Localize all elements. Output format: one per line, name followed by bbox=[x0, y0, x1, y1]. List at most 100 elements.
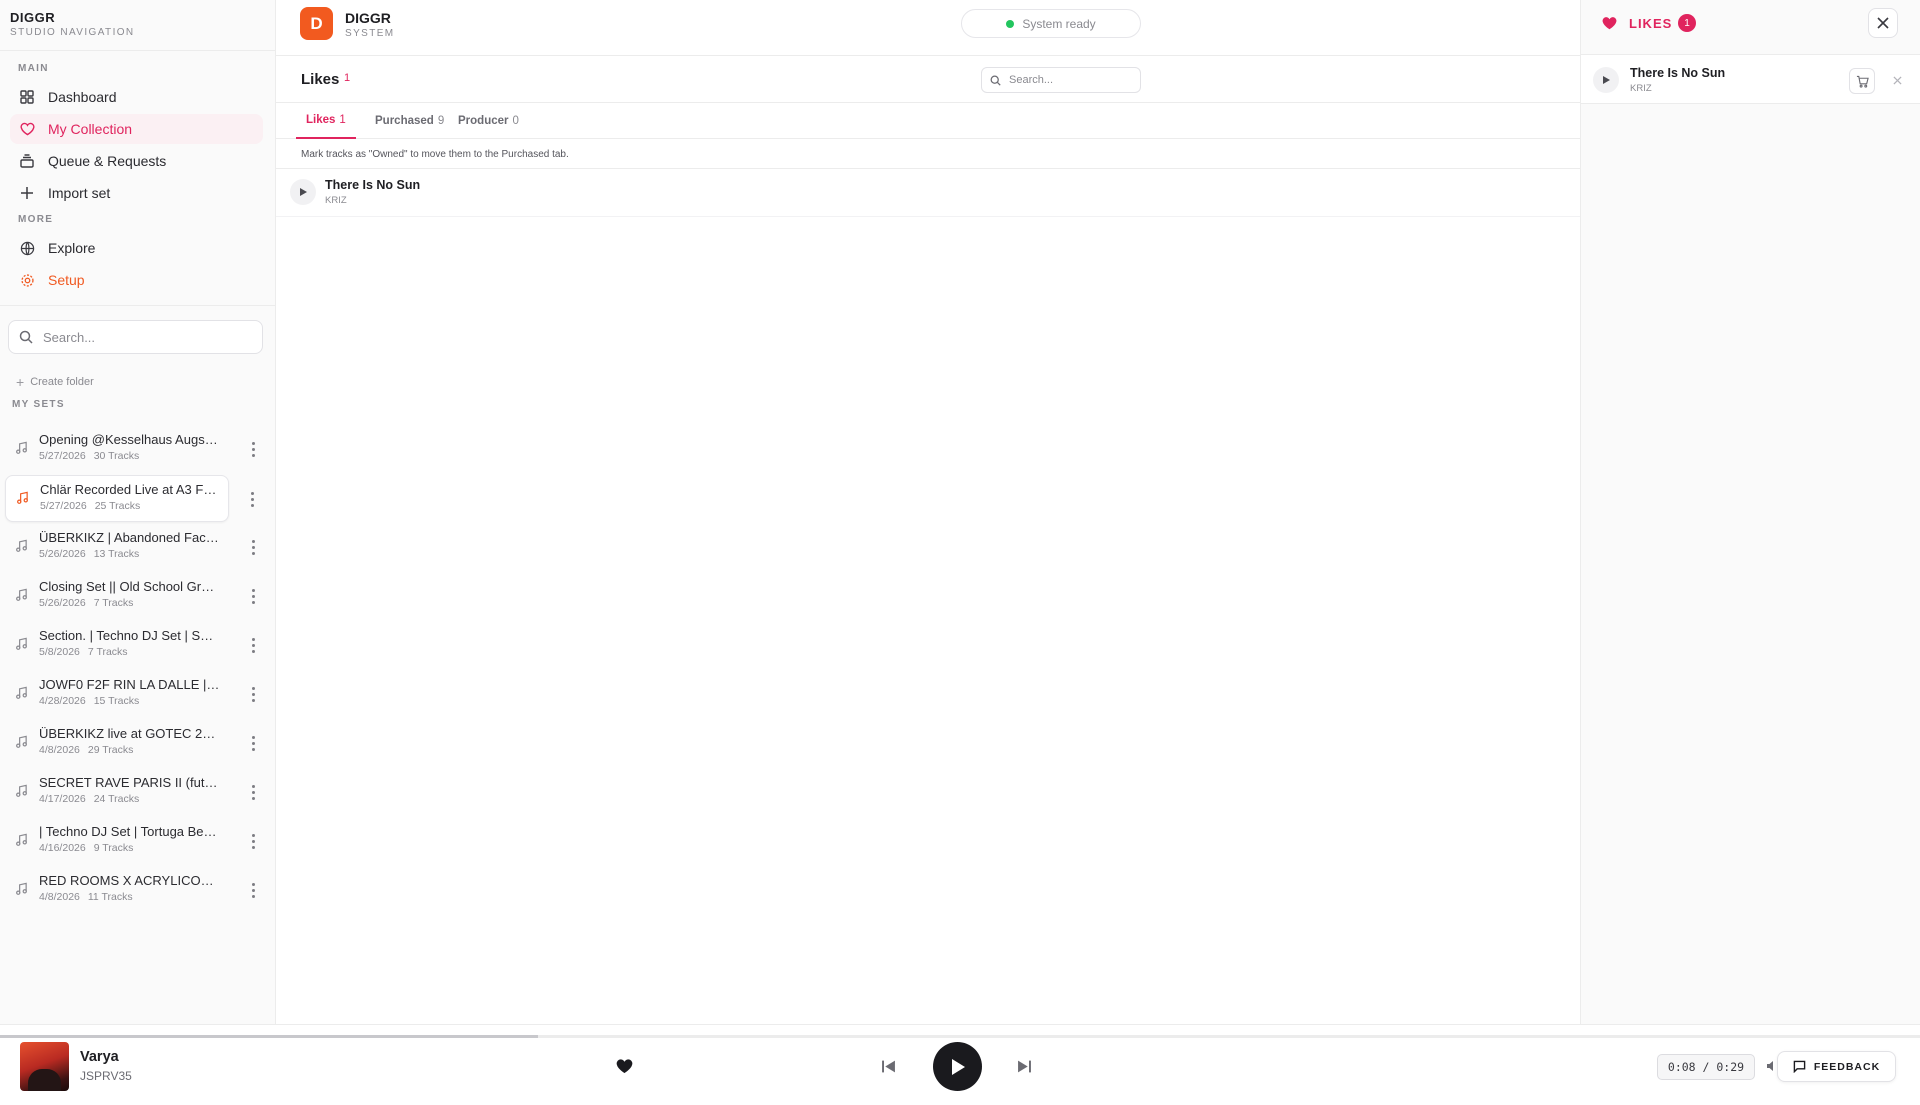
sidebar-search-placeholder: Search... bbox=[43, 329, 96, 345]
remove-like-button[interactable] bbox=[1887, 70, 1907, 90]
set-track-count: 24 Tracks bbox=[93, 793, 140, 805]
tab-producer[interactable]: Producer 0 bbox=[448, 103, 529, 139]
music-note-icon bbox=[15, 588, 28, 605]
tab-count: 1 bbox=[339, 114, 346, 126]
track-artist: KRIZ bbox=[325, 195, 347, 206]
play-track-button[interactable] bbox=[1593, 67, 1619, 93]
set-title: JOWF0 F2F RIN LA DALLE | FULL SET bbox=[39, 677, 221, 692]
tab-likes[interactable]: Likes 1 bbox=[296, 103, 356, 139]
system-status-text: System ready bbox=[1022, 16, 1096, 31]
more-options-icon[interactable] bbox=[243, 781, 263, 803]
sidebar-item-setup[interactable]: Setup bbox=[10, 265, 263, 295]
sidebar-item-queue-requests[interactable]: Queue & Requests bbox=[10, 146, 263, 176]
set-title: ÜBERKIKZ live at GOTEC 27.04 bbox=[39, 726, 221, 741]
sidebar-item-import-set[interactable]: Import set bbox=[10, 178, 263, 208]
collection-tabs: Likes 1 Purchased 9 Producer 0 bbox=[276, 103, 1580, 139]
sidebar: DIGGR STUDIO NAVIGATION MAIN Dashboard M… bbox=[0, 0, 276, 1024]
sidebar-divider bbox=[0, 305, 275, 306]
set-item[interactable]: Section. | Techno DJ Set | SEKTOR 5/8/20… bbox=[5, 622, 255, 669]
more-options-icon[interactable] bbox=[243, 732, 263, 754]
set-date: 4/16/2026 bbox=[39, 842, 86, 854]
set-track-count: 9 Tracks bbox=[93, 842, 134, 854]
plus-icon bbox=[18, 184, 36, 202]
set-date: 4/28/2026 bbox=[39, 695, 86, 707]
sidebar-item-explore[interactable]: Explore bbox=[10, 233, 263, 263]
cart-icon bbox=[1856, 75, 1869, 88]
music-note-icon bbox=[15, 686, 28, 703]
more-options-icon[interactable] bbox=[243, 634, 263, 656]
set-item[interactable]: Closing Set || Old School Groove 5/26/20… bbox=[5, 573, 255, 620]
app-logo[interactable]: D bbox=[300, 7, 333, 40]
track-artist: KRIZ bbox=[1630, 83, 1652, 94]
play-pause-button[interactable] bbox=[933, 1042, 982, 1091]
set-title: | Techno DJ Set | Tortuga Beach Club bbox=[39, 824, 221, 839]
sidebar-search-input[interactable]: Search... bbox=[8, 320, 263, 354]
close-panel-button[interactable] bbox=[1868, 8, 1898, 38]
search-icon bbox=[990, 75, 1009, 86]
buy-track-button[interactable] bbox=[1849, 68, 1875, 94]
music-note-icon bbox=[15, 882, 28, 899]
set-track-count: 13 Tracks bbox=[93, 548, 140, 560]
tab-purchased[interactable]: Purchased 9 bbox=[365, 103, 454, 139]
app-name: DIGGR bbox=[345, 10, 391, 26]
tab-label: Producer bbox=[458, 115, 509, 127]
create-folder-label: Create folder bbox=[30, 376, 94, 388]
feedback-label: FEEDBACK bbox=[1813, 1060, 1881, 1073]
more-options-icon[interactable] bbox=[243, 585, 263, 607]
set-title: RED ROOMS X ACRYLICODE | Live bbox=[39, 873, 221, 888]
sidebar-item-my-collection[interactable]: My Collection bbox=[10, 114, 263, 144]
set-track-count: 11 Tracks bbox=[87, 891, 133, 903]
more-options-icon[interactable] bbox=[243, 879, 263, 901]
set-title: Chlär Recorded Live at A3 Festival bbox=[40, 482, 222, 497]
set-track-count: 25 Tracks bbox=[94, 500, 141, 512]
sidebar-brand: DIGGR STUDIO NAVIGATION bbox=[0, 0, 275, 51]
section-label-more: MORE bbox=[18, 214, 54, 225]
previous-track-button[interactable] bbox=[881, 1059, 896, 1074]
tab-label: Likes bbox=[306, 114, 336, 126]
set-item[interactable]: RED ROOMS X ACRYLICODE | Live 4/8/2026 11… bbox=[5, 867, 255, 914]
set-title: SECRET RAVE PARIS II (future rave) bbox=[39, 775, 221, 790]
liked-track-item[interactable]: There Is No Sun KRIZ bbox=[1581, 54, 1920, 104]
play-icon bbox=[951, 1058, 965, 1075]
more-options-icon[interactable] bbox=[243, 683, 263, 705]
set-item[interactable]: JOWF0 F2F RIN LA DALLE | FULL SET 4/28/2… bbox=[5, 671, 255, 718]
more-options-icon[interactable] bbox=[243, 438, 263, 460]
set-title: Opening @Kesselhaus Augsburg bbox=[39, 432, 221, 447]
skip-forward-icon bbox=[1017, 1059, 1032, 1074]
set-item[interactable]: SECRET RAVE PARIS II (future rave) 4/17/… bbox=[5, 769, 255, 816]
feedback-button[interactable]: FEEDBACK bbox=[1777, 1051, 1896, 1082]
playback-progress-bar[interactable] bbox=[0, 1035, 1920, 1038]
close-icon bbox=[1877, 17, 1889, 29]
set-track-count: 15 Tracks bbox=[93, 695, 140, 707]
brand-title: DIGGR bbox=[10, 10, 56, 25]
set-date: 4/8/2026 bbox=[39, 744, 80, 756]
set-item[interactable]: Chlär Recorded Live at A3 Festival 5/27/… bbox=[5, 475, 254, 522]
music-note-icon bbox=[15, 833, 28, 850]
play-track-button[interactable] bbox=[290, 179, 316, 205]
create-folder-button[interactable]: + Create folder bbox=[16, 374, 275, 390]
sidebar-item-dashboard[interactable]: Dashboard bbox=[10, 82, 263, 112]
search-icon bbox=[19, 330, 43, 344]
heart-filled-icon bbox=[1602, 16, 1617, 33]
set-date: 4/17/2026 bbox=[39, 793, 86, 805]
set-item[interactable]: ÜBERKIKZ | Abandoned Factory 5/26/2026 13… bbox=[5, 524, 255, 571]
set-item[interactable]: | Techno DJ Set | Tortuga Beach Club 4/1… bbox=[5, 818, 255, 865]
set-item[interactable]: ÜBERKIKZ live at GOTEC 27.04 4/8/2026 29 … bbox=[5, 720, 255, 767]
play-icon bbox=[299, 188, 307, 196]
collection-search-placeholder: Search... bbox=[1009, 74, 1054, 86]
set-track-count: 7 Tracks bbox=[87, 646, 128, 658]
play-icon bbox=[1602, 76, 1610, 84]
now-playing-artist: JSPRV35 bbox=[80, 1069, 132, 1083]
more-options-icon[interactable] bbox=[243, 536, 263, 558]
collection-search-input[interactable]: Search... bbox=[981, 67, 1141, 93]
next-track-button[interactable] bbox=[1017, 1059, 1032, 1074]
more-options-icon[interactable] bbox=[242, 488, 262, 510]
sidebar-item-label: Explore bbox=[48, 240, 96, 256]
more-options-icon[interactable] bbox=[243, 830, 263, 852]
close-icon bbox=[1892, 75, 1902, 85]
set-date: 5/27/2026 bbox=[40, 500, 87, 512]
track-row[interactable]: There Is No Sun KRIZ bbox=[276, 169, 1580, 217]
like-button[interactable] bbox=[616, 1058, 633, 1074]
set-item[interactable]: Opening @Kesselhaus Augsburg 5/27/2026 30… bbox=[5, 426, 255, 473]
set-date: 4/8/2026 bbox=[39, 891, 80, 903]
